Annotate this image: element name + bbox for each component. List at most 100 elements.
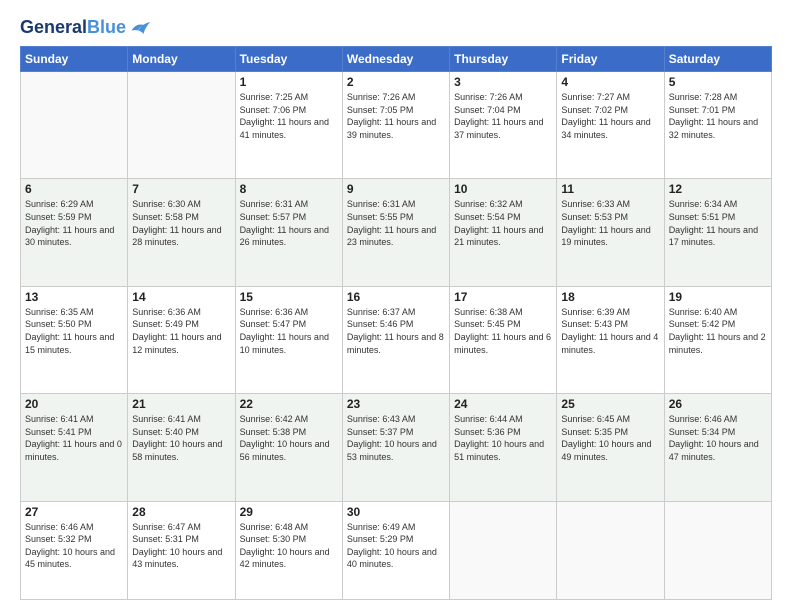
day-info: Sunrise: 6:43 AMSunset: 5:37 PMDaylight:…	[347, 413, 445, 463]
day-number: 12	[669, 182, 767, 196]
day-number: 6	[25, 182, 123, 196]
day-info: Sunrise: 6:32 AMSunset: 5:54 PMDaylight:…	[454, 198, 552, 248]
day-number: 13	[25, 290, 123, 304]
calendar-cell	[557, 501, 664, 600]
calendar-week-row: 27Sunrise: 6:46 AMSunset: 5:32 PMDayligh…	[21, 501, 772, 600]
day-number: 21	[132, 397, 230, 411]
day-number: 28	[132, 505, 230, 519]
calendar-cell	[450, 501, 557, 600]
day-number: 2	[347, 75, 445, 89]
calendar-cell: 12 Sunrise: 6:34 AMSunset: 5:51 PMDayligh…	[664, 179, 771, 286]
calendar-cell: 1 Sunrise: 7:25 AMSunset: 7:06 PMDaylight…	[235, 72, 342, 179]
logo: GeneralBlue	[20, 18, 152, 38]
calendar-cell: 7 Sunrise: 6:30 AMSunset: 5:58 PMDaylight…	[128, 179, 235, 286]
day-info: Sunrise: 6:48 AMSunset: 5:30 PMDaylight:…	[240, 521, 338, 571]
day-number: 10	[454, 182, 552, 196]
day-number: 22	[240, 397, 338, 411]
day-number: 16	[347, 290, 445, 304]
day-info: Sunrise: 6:30 AMSunset: 5:58 PMDaylight:…	[132, 198, 230, 248]
calendar-cell: 3 Sunrise: 7:26 AMSunset: 7:04 PMDaylight…	[450, 72, 557, 179]
calendar-cell: 30 Sunrise: 6:49 AMSunset: 5:29 PMDayligh…	[342, 501, 449, 600]
calendar-cell: 17Sunrise: 6:38 AMSunset: 5:45 PMDayligh…	[450, 286, 557, 393]
day-info: Sunrise: 6:39 AMSunset: 5:43 PMDaylight:…	[561, 306, 659, 356]
calendar-cell: 25 Sunrise: 6:45 AMSunset: 5:35 PMDayligh…	[557, 394, 664, 501]
day-number: 29	[240, 505, 338, 519]
day-number: 18	[561, 290, 659, 304]
calendar-week-row: 6 Sunrise: 6:29 AMSunset: 5:59 PMDaylight…	[21, 179, 772, 286]
calendar-cell: 15 Sunrise: 6:36 AMSunset: 5:47 PMDayligh…	[235, 286, 342, 393]
calendar-header-row: SundayMondayTuesdayWednesdayThursdayFrid…	[21, 47, 772, 72]
header: GeneralBlue	[20, 18, 772, 38]
calendar-cell: 16 Sunrise: 6:37 AMSunset: 5:46 PMDayligh…	[342, 286, 449, 393]
day-header-tuesday: Tuesday	[235, 47, 342, 72]
day-info: Sunrise: 6:29 AMSunset: 5:59 PMDaylight:…	[25, 198, 123, 248]
day-info: Sunrise: 6:42 AMSunset: 5:38 PMDaylight:…	[240, 413, 338, 463]
day-header-saturday: Saturday	[664, 47, 771, 72]
day-info: Sunrise: 6:41 AMSunset: 5:41 PMDaylight:…	[25, 413, 123, 463]
calendar-cell	[664, 501, 771, 600]
day-info: Sunrise: 6:46 AMSunset: 5:32 PMDaylight:…	[25, 521, 123, 571]
day-info: Sunrise: 6:49 AMSunset: 5:29 PMDaylight:…	[347, 521, 445, 571]
calendar-cell: 5Sunrise: 7:28 AMSunset: 7:01 PMDaylight…	[664, 72, 771, 179]
day-number: 7	[132, 182, 230, 196]
day-info: Sunrise: 6:37 AMSunset: 5:46 PMDaylight:…	[347, 306, 445, 356]
day-number: 5	[669, 75, 767, 89]
calendar-cell	[128, 72, 235, 179]
calendar-cell: 9 Sunrise: 6:31 AMSunset: 5:55 PMDaylight…	[342, 179, 449, 286]
day-number: 9	[347, 182, 445, 196]
day-header-friday: Friday	[557, 47, 664, 72]
calendar-week-row: 13Sunrise: 6:35 AMSunset: 5:50 PMDayligh…	[21, 286, 772, 393]
calendar-cell: 11 Sunrise: 6:33 AMSunset: 5:53 PMDayligh…	[557, 179, 664, 286]
day-number: 30	[347, 505, 445, 519]
calendar-cell: 19Sunrise: 6:40 AMSunset: 5:42 PMDayligh…	[664, 286, 771, 393]
calendar-cell: 22 Sunrise: 6:42 AMSunset: 5:38 PMDayligh…	[235, 394, 342, 501]
day-number: 15	[240, 290, 338, 304]
logo-bird-icon	[128, 18, 152, 38]
day-number: 26	[669, 397, 767, 411]
calendar-cell: 6 Sunrise: 6:29 AMSunset: 5:59 PMDaylight…	[21, 179, 128, 286]
day-info: Sunrise: 6:44 AMSunset: 5:36 PMDaylight:…	[454, 413, 552, 463]
calendar-cell: 13Sunrise: 6:35 AMSunset: 5:50 PMDayligh…	[21, 286, 128, 393]
day-info: Sunrise: 6:31 AMSunset: 5:57 PMDaylight:…	[240, 198, 338, 248]
day-number: 14	[132, 290, 230, 304]
calendar-cell: 18 Sunrise: 6:39 AMSunset: 5:43 PMDayligh…	[557, 286, 664, 393]
day-number: 19	[669, 290, 767, 304]
day-info: Sunrise: 7:26 AMSunset: 7:04 PMDaylight:…	[454, 91, 552, 141]
day-number: 8	[240, 182, 338, 196]
day-info: Sunrise: 6:31 AMSunset: 5:55 PMDaylight:…	[347, 198, 445, 248]
day-info: Sunrise: 6:41 AMSunset: 5:40 PMDaylight:…	[132, 413, 230, 463]
day-info: Sunrise: 6:36 AMSunset: 5:47 PMDaylight:…	[240, 306, 338, 356]
day-info: Sunrise: 6:36 AMSunset: 5:49 PMDaylight:…	[132, 306, 230, 356]
day-info: Sunrise: 6:38 AMSunset: 5:45 PMDaylight:…	[454, 306, 552, 356]
calendar-cell	[21, 72, 128, 179]
day-number: 1	[240, 75, 338, 89]
calendar-cell: 23Sunrise: 6:43 AMSunset: 5:37 PMDayligh…	[342, 394, 449, 501]
day-info: Sunrise: 6:34 AMSunset: 5:51 PMDaylight:…	[669, 198, 767, 248]
day-info: Sunrise: 7:26 AMSunset: 7:05 PMDaylight:…	[347, 91, 445, 141]
day-number: 11	[561, 182, 659, 196]
day-info: Sunrise: 6:33 AMSunset: 5:53 PMDaylight:…	[561, 198, 659, 248]
calendar-cell: 27Sunrise: 6:46 AMSunset: 5:32 PMDayligh…	[21, 501, 128, 600]
calendar-week-row: 20Sunrise: 6:41 AMSunset: 5:41 PMDayligh…	[21, 394, 772, 501]
calendar-week-row: 1 Sunrise: 7:25 AMSunset: 7:06 PMDaylight…	[21, 72, 772, 179]
calendar-cell: 4Sunrise: 7:27 AMSunset: 7:02 PMDaylight…	[557, 72, 664, 179]
calendar-cell: 28 Sunrise: 6:47 AMSunset: 5:31 PMDayligh…	[128, 501, 235, 600]
calendar-cell: 26 Sunrise: 6:46 AMSunset: 5:34 PMDayligh…	[664, 394, 771, 501]
calendar-cell: 2 Sunrise: 7:26 AMSunset: 7:05 PMDaylight…	[342, 72, 449, 179]
calendar-table: SundayMondayTuesdayWednesdayThursdayFrid…	[20, 46, 772, 600]
day-header-monday: Monday	[128, 47, 235, 72]
calendar-cell: 24Sunrise: 6:44 AMSunset: 5:36 PMDayligh…	[450, 394, 557, 501]
day-header-thursday: Thursday	[450, 47, 557, 72]
day-info: Sunrise: 7:27 AMSunset: 7:02 PMDaylight:…	[561, 91, 659, 141]
logo-text: GeneralBlue	[20, 18, 126, 38]
day-info: Sunrise: 6:46 AMSunset: 5:34 PMDaylight:…	[669, 413, 767, 463]
calendar-cell: 20Sunrise: 6:41 AMSunset: 5:41 PMDayligh…	[21, 394, 128, 501]
calendar-cell: 14 Sunrise: 6:36 AMSunset: 5:49 PMDayligh…	[128, 286, 235, 393]
calendar-cell: 8 Sunrise: 6:31 AMSunset: 5:57 PMDaylight…	[235, 179, 342, 286]
day-info: Sunrise: 6:47 AMSunset: 5:31 PMDaylight:…	[132, 521, 230, 571]
day-number: 3	[454, 75, 552, 89]
day-info: Sunrise: 6:45 AMSunset: 5:35 PMDaylight:…	[561, 413, 659, 463]
day-header-wednesday: Wednesday	[342, 47, 449, 72]
day-number: 25	[561, 397, 659, 411]
day-info: Sunrise: 7:25 AMSunset: 7:06 PMDaylight:…	[240, 91, 338, 141]
